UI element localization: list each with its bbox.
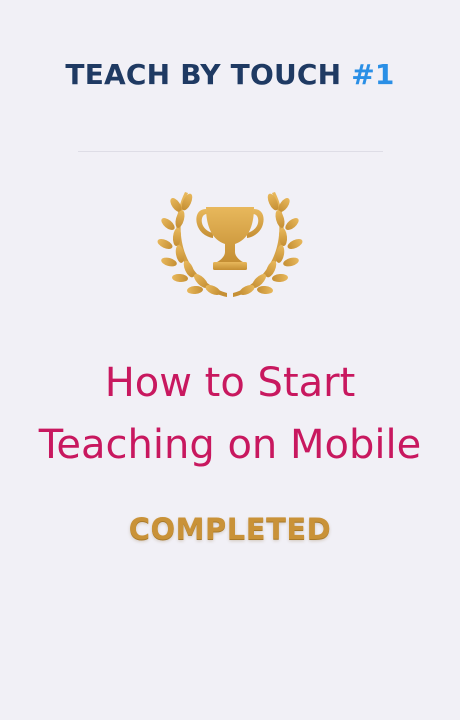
lesson-title-line-2: Teaching on Mobile: [38, 422, 422, 468]
divider: [78, 151, 383, 152]
series-title: TEACH BY TOUCH: [65, 58, 342, 91]
completion-screen: TEACH BY TOUCH #1 How to Start Teaching …: [0, 0, 460, 720]
trophy-laurel-icon: [157, 192, 303, 297]
status-badge: COMPLETED: [128, 512, 332, 546]
lesson-title: How to Start Teaching on Mobile: [0, 352, 460, 476]
page-title: TEACH BY TOUCH #1: [0, 58, 460, 91]
lesson-title-line-1: How to Start: [104, 360, 356, 406]
series-number: #1: [351, 58, 395, 91]
